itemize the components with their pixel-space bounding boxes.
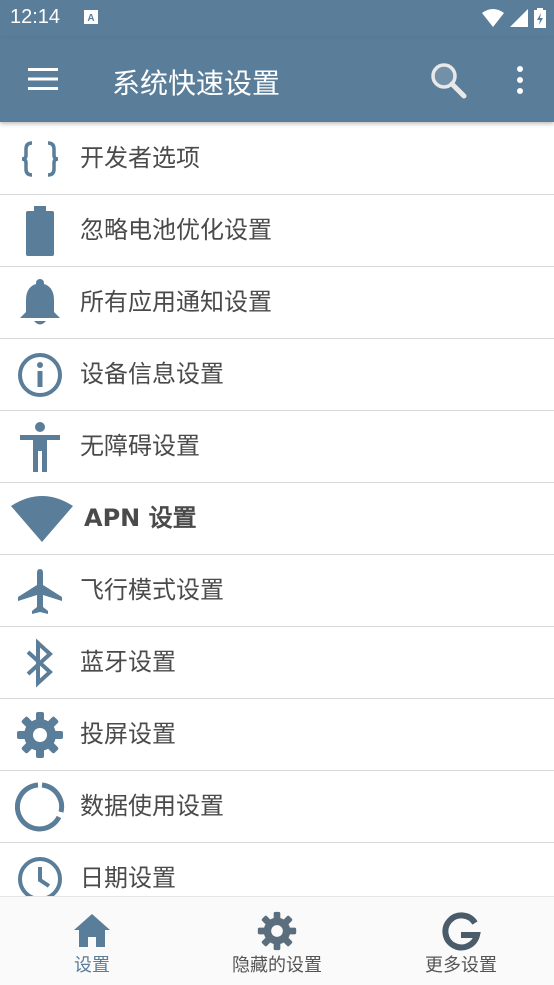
battery-charging-icon bbox=[534, 8, 546, 28]
bluetooth-icon bbox=[12, 635, 68, 691]
nav-more-settings[interactable]: 更多设置 bbox=[369, 897, 553, 985]
accessibility-icon bbox=[12, 419, 68, 475]
list-item-date[interactable]: 日期设置 bbox=[0, 843, 554, 896]
list-item-apn[interactable]: APN 设置 bbox=[0, 483, 554, 555]
list-item-label: 无障碍设置 bbox=[80, 432, 200, 460]
nav-hidden-settings[interactable]: 隐藏的设置 bbox=[185, 897, 369, 985]
bottom-navigation: 设置 隐藏的设置 更多设置 bbox=[0, 896, 554, 985]
bell-icon bbox=[12, 275, 68, 331]
status-time: 12:14 bbox=[10, 6, 61, 28]
list-item-label: 数据使用设置 bbox=[80, 792, 224, 820]
list-item-data-usage[interactable]: 数据使用设置 bbox=[0, 771, 554, 843]
svg-text:A: A bbox=[87, 13, 94, 24]
wifi-signal-icon bbox=[482, 9, 504, 27]
list-item-label: 设备信息设置 bbox=[80, 360, 224, 388]
search-icon[interactable] bbox=[428, 60, 468, 100]
list-item-label: 忽略电池优化设置 bbox=[80, 216, 272, 244]
braces-icon bbox=[12, 131, 68, 187]
list-item-label: 飞行模式设置 bbox=[80, 576, 224, 604]
home-icon bbox=[74, 914, 110, 947]
airplane-icon bbox=[12, 563, 68, 619]
system-icons bbox=[482, 8, 546, 28]
hamburger-menu-icon[interactable] bbox=[28, 67, 58, 91]
info-icon bbox=[12, 347, 68, 403]
clock-icon bbox=[12, 851, 68, 896]
settings-list: 开发者选项 忽略电池优化设置 所有应用通知设置 设备信息设置 无障碍设置 APN… bbox=[0, 123, 554, 896]
list-item-device-info[interactable]: 设备信息设置 bbox=[0, 339, 554, 411]
list-item-label: 日期设置 bbox=[80, 864, 176, 892]
list-item-app-notifications[interactable]: 所有应用通知设置 bbox=[0, 267, 554, 339]
google-g-icon bbox=[442, 912, 481, 951]
status-bar: 12:14 A bbox=[0, 0, 554, 38]
list-item-label: 投屏设置 bbox=[80, 720, 176, 748]
more-vert-icon[interactable] bbox=[508, 64, 532, 96]
list-item-label: APN 设置 bbox=[84, 504, 197, 532]
app-bar: 系统快速设置 bbox=[0, 38, 554, 122]
nav-label: 更多设置 bbox=[425, 955, 497, 976]
gear-icon bbox=[12, 707, 68, 763]
list-item-battery-optimization[interactable]: 忽略电池优化设置 bbox=[0, 195, 554, 267]
list-item-label: 开发者选项 bbox=[80, 144, 200, 172]
battery-icon bbox=[12, 203, 68, 259]
list-item-airplane-mode[interactable]: 飞行模式设置 bbox=[0, 555, 554, 627]
nav-settings[interactable]: 设置 bbox=[0, 897, 184, 985]
list-item-bluetooth[interactable]: 蓝牙设置 bbox=[0, 627, 554, 699]
wifi-icon bbox=[10, 491, 74, 547]
list-item-cast[interactable]: 投屏设置 bbox=[0, 699, 554, 771]
list-item-accessibility[interactable]: 无障碍设置 bbox=[0, 411, 554, 483]
gear-icon bbox=[257, 911, 297, 951]
notification-a-icon: A bbox=[84, 10, 98, 24]
data-usage-icon bbox=[12, 779, 68, 835]
nav-label: 隐藏的设置 bbox=[232, 955, 322, 976]
list-item-label: 蓝牙设置 bbox=[80, 648, 176, 676]
list-item-label: 所有应用通知设置 bbox=[80, 288, 272, 316]
cell-signal-icon bbox=[510, 9, 528, 27]
nav-label: 设置 bbox=[74, 955, 110, 976]
page-title: 系统快速设置 bbox=[112, 67, 281, 100]
list-item-developer-options[interactable]: 开发者选项 bbox=[0, 123, 554, 195]
